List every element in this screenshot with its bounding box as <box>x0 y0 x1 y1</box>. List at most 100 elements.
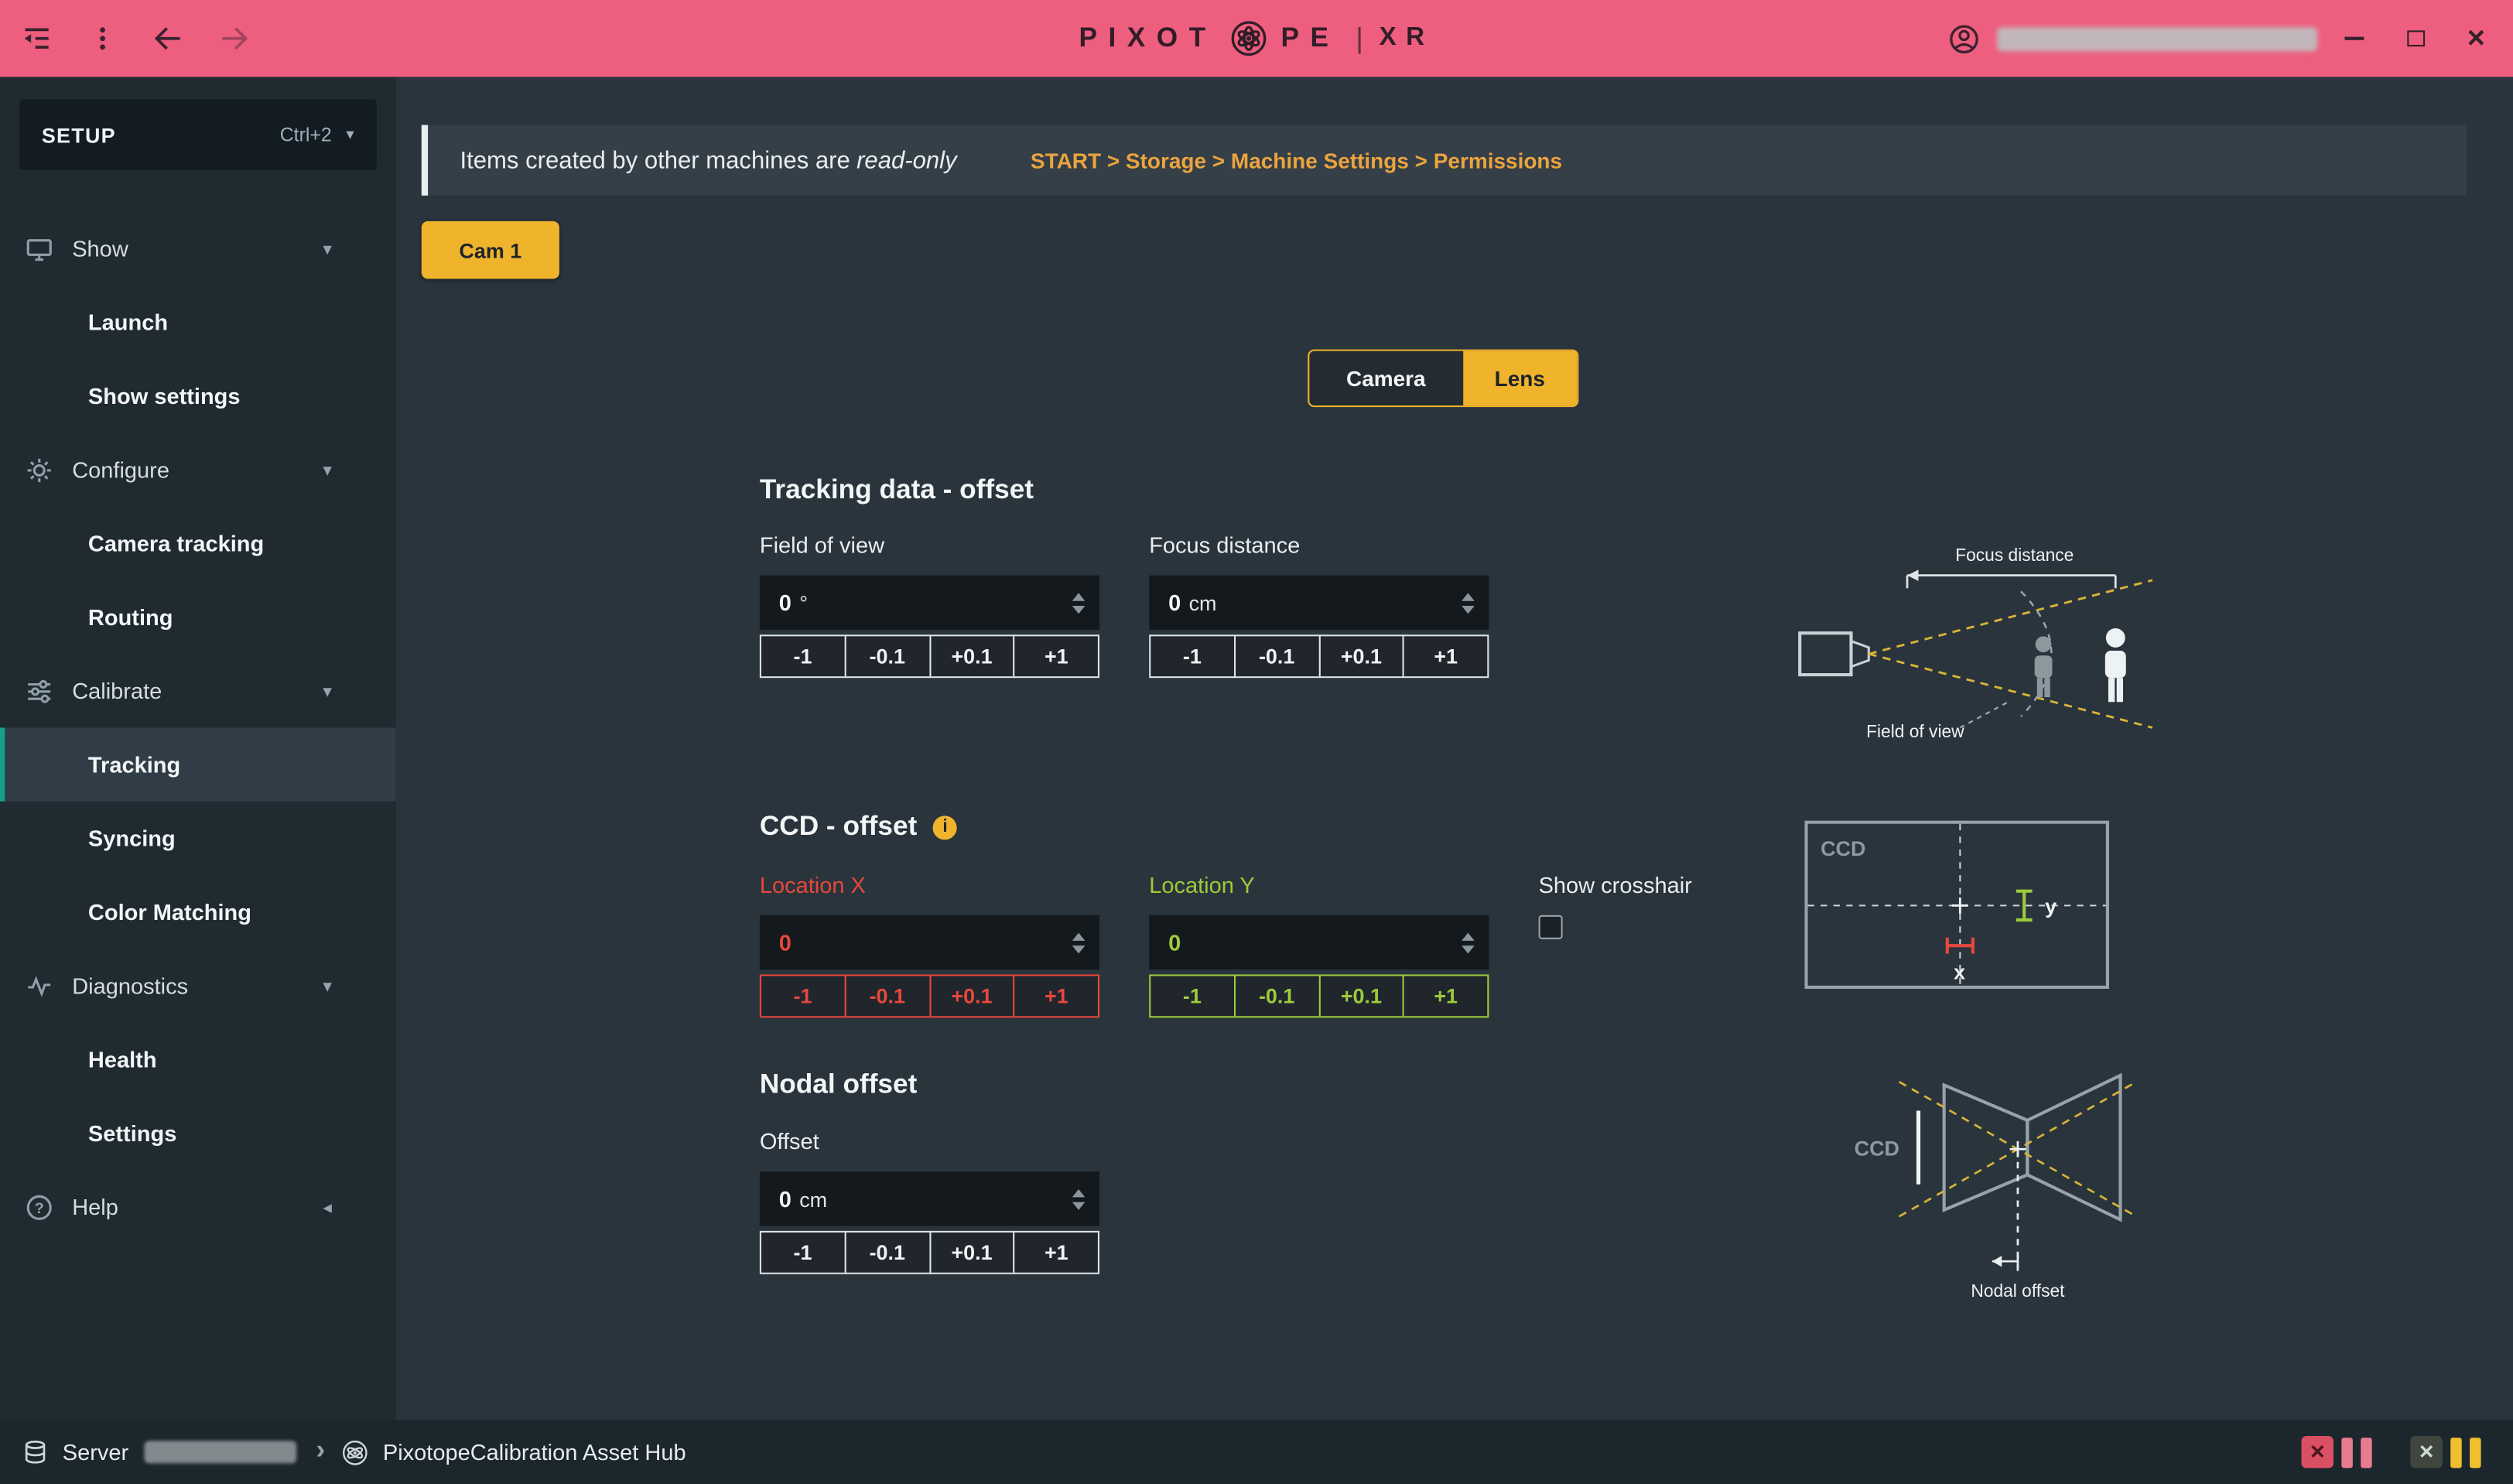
spinner <box>1072 915 1086 969</box>
spin-down-icon[interactable] <box>1462 945 1475 952</box>
plus-0.1-button[interactable]: +0.1 <box>1318 974 1404 1017</box>
minus-1-button[interactable]: -1 <box>760 974 846 1017</box>
forward-arrow-icon[interactable] <box>214 18 255 60</box>
status-error-x-icon[interactable]: ✕ <box>2302 1436 2334 1468</box>
sidebar-item-configure[interactable]: Configure ▾ <box>0 433 396 506</box>
asset-hub-atom-icon <box>341 1438 368 1465</box>
svg-text:Nodal offset: Nodal offset <box>1971 1281 2065 1301</box>
minus-0.1-button[interactable]: -0.1 <box>1233 634 1319 678</box>
minus-0.1-button[interactable]: -0.1 <box>844 634 930 678</box>
spin-down-icon[interactable] <box>1072 945 1086 952</box>
plus-0.1-button[interactable]: +0.1 <box>928 634 1014 678</box>
back-arrow-icon[interactable] <box>148 18 190 60</box>
status-pause-bar[interactable] <box>2341 1437 2353 1467</box>
status-pause-bar[interactable] <box>2361 1437 2372 1467</box>
plus-1-button[interactable]: +1 <box>1014 974 1099 1017</box>
cam1-tab-button[interactable]: Cam 1 <box>422 221 559 279</box>
svg-text:y: y <box>2045 895 2057 918</box>
setup-label: SETUP <box>42 122 116 146</box>
plus-0.1-button[interactable]: +0.1 <box>928 974 1014 1017</box>
plus-1-button[interactable]: +1 <box>1014 1231 1099 1274</box>
sidebar-item-label: Show settings <box>88 383 241 409</box>
kebab-menu-icon[interactable] <box>82 18 124 60</box>
pulse-icon <box>26 972 53 999</box>
status-pause-bar[interactable] <box>2450 1437 2462 1467</box>
sidebar-item-color-matching[interactable]: Color Matching <box>0 875 396 949</box>
spin-up-icon[interactable] <box>1072 592 1086 600</box>
breadcrumb[interactable]: START > Storage > Machine Settings > Per… <box>1031 149 1562 173</box>
spin-up-icon[interactable] <box>1462 932 1475 940</box>
titlebar: PIXOT PE | XR ✕ <box>0 0 2513 77</box>
offset-input[interactable]: 0 cm <box>760 1171 1099 1226</box>
svg-text:?: ? <box>35 1199 44 1216</box>
spin-down-icon[interactable] <box>1072 605 1086 613</box>
field-of-view-input[interactable]: 0 ° <box>760 576 1099 630</box>
increment-button-row: -1 -0.1 +0.1 +1 <box>1149 634 1489 678</box>
sidebar-item-show[interactable]: Show ▾ <box>0 211 396 285</box>
sidebar-item-tracking[interactable]: Tracking <box>0 727 396 801</box>
spin-down-icon[interactable] <box>1072 1202 1086 1209</box>
sidebar-item-label: Launch <box>88 309 168 335</box>
offset-label: Offset <box>760 1128 1099 1155</box>
location-x-input[interactable]: 0 <box>760 915 1099 969</box>
minus-0.1-button[interactable]: -0.1 <box>844 974 930 1017</box>
toggle-option-lens[interactable]: Lens <box>1462 351 1577 405</box>
spin-up-icon[interactable] <box>1072 932 1086 940</box>
minus-0.1-button[interactable]: -0.1 <box>844 1231 930 1274</box>
increment-button-row: -1 -0.1 +0.1 +1 <box>760 974 1099 1017</box>
server-label[interactable]: Server <box>63 1439 128 1465</box>
minus-1-button[interactable]: -1 <box>760 634 846 678</box>
account-icon[interactable] <box>1943 18 1985 60</box>
section-title-text: CCD - offset <box>760 811 917 843</box>
plus-1-button[interactable]: +1 <box>1014 634 1099 678</box>
sliders-icon <box>26 677 53 704</box>
statusbar-chevron-icon: › <box>316 1434 326 1466</box>
spin-up-icon[interactable] <box>1462 592 1475 600</box>
status-pause-bar[interactable] <box>2470 1437 2481 1467</box>
plus-1-button[interactable]: +1 <box>1403 974 1489 1017</box>
server-icon <box>22 1439 48 1465</box>
plus-0.1-button[interactable]: +0.1 <box>928 1231 1014 1274</box>
minus-1-button[interactable]: -1 <box>760 1231 846 1274</box>
input-unit: ° <box>799 590 808 614</box>
sidebar-item-routing[interactable]: Routing <box>0 580 396 654</box>
sidebar-item-label: Syncing <box>88 826 176 851</box>
spin-down-icon[interactable] <box>1462 605 1475 613</box>
location-y-input[interactable]: 0 <box>1149 915 1489 969</box>
status-x-icon[interactable]: ✕ <box>2410 1436 2442 1468</box>
minus-0.1-button[interactable]: -0.1 <box>1233 974 1319 1017</box>
info-icon[interactable]: i <box>933 815 957 839</box>
sidebar-item-syncing[interactable]: Syncing <box>0 802 396 875</box>
nodal-offset-group: Offset 0 cm -1 -0.1 +0.1 +1 <box>760 1128 1099 1274</box>
main-content: Items created by other machines areread-… <box>396 77 2513 1420</box>
plus-1-button[interactable]: +1 <box>1403 634 1489 678</box>
minimize-button[interactable] <box>2330 15 2378 63</box>
close-button[interactable]: ✕ <box>2452 15 2500 63</box>
input-value: 0 <box>1168 590 1181 615</box>
show-crosshair-checkbox[interactable] <box>1539 915 1563 939</box>
setup-workspace-selector[interactable]: SETUP Ctrl+2 ▾ <box>19 99 377 169</box>
logo-text-left: PIXOT <box>1079 22 1216 54</box>
plus-0.1-button[interactable]: +0.1 <box>1318 634 1404 678</box>
minus-1-button[interactable]: -1 <box>1149 634 1235 678</box>
sidebar-item-calibrate[interactable]: Calibrate ▾ <box>0 654 396 727</box>
minus-1-button[interactable]: -1 <box>1149 974 1235 1017</box>
sidebar-item-camera-tracking[interactable]: Camera tracking <box>0 507 396 580</box>
svg-text:CCD: CCD <box>1821 837 1865 860</box>
input-unit: cm <box>1189 590 1217 614</box>
spin-up-icon[interactable] <box>1072 1188 1086 1196</box>
toggle-option-camera[interactable]: Camera <box>1309 351 1462 405</box>
sidebar-item-diagnostics[interactable]: Diagnostics ▾ <box>0 949 396 1022</box>
chevron-down-icon: ▾ <box>323 975 331 996</box>
focus-distance-input[interactable]: 0 cm <box>1149 576 1489 630</box>
increment-button-row: -1 -0.1 +0.1 +1 <box>760 634 1099 678</box>
sidebar-item-health[interactable]: Health <box>0 1023 396 1096</box>
sidebar-item-launch[interactable]: Launch <box>0 286 396 359</box>
collapse-sidebar-icon[interactable] <box>16 18 58 60</box>
sidebar-item-label: Diagnostics <box>72 973 188 998</box>
sidebar-item-settings[interactable]: Settings <box>0 1096 396 1170</box>
chevron-down-icon: ▾ <box>323 680 331 701</box>
maximize-button[interactable] <box>2392 15 2439 63</box>
sidebar-item-help[interactable]: ? Help ◂ <box>0 1170 396 1243</box>
sidebar-item-show-settings[interactable]: Show settings <box>0 359 396 433</box>
